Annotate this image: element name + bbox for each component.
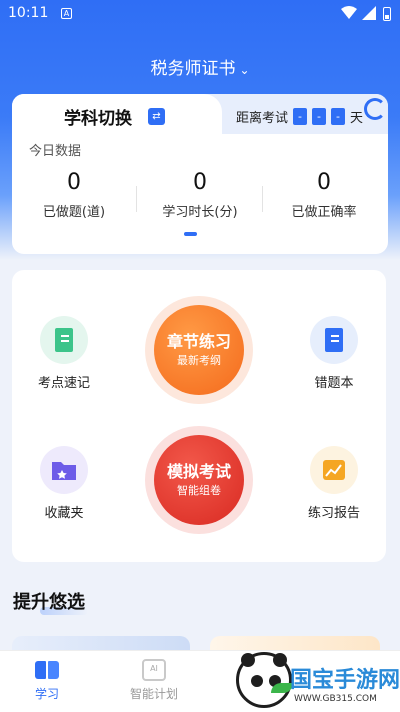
- panda-logo-icon: [236, 652, 293, 708]
- chapter-practice-button[interactable]: 章节练习 最新考纲: [145, 296, 253, 404]
- stat-label: 学习时长(分): [162, 205, 238, 220]
- divider: [136, 186, 137, 212]
- countdown-digit: -: [293, 108, 308, 125]
- watermark-brand: 国宝手游网: [290, 668, 400, 693]
- subject-switch-label[interactable]: 学科切换: [64, 104, 132, 129]
- countdown-digit: -: [331, 108, 346, 125]
- book-icon: [310, 316, 358, 364]
- status-time: 10:11: [8, 5, 49, 21]
- study-icon: [35, 659, 59, 681]
- countdown-prefix: 距离考试: [236, 111, 289, 126]
- page-indicator: [184, 232, 197, 236]
- nav-label: 智能计划: [129, 687, 178, 701]
- status-bar: 10:11 A: [0, 0, 400, 28]
- features-card: 考点速记 错题本 收藏夹 练习报告 章节练习 最新考纲 模拟考试 智能组卷: [12, 270, 386, 562]
- notification-icon: A: [61, 8, 72, 19]
- stat-value: 0: [67, 170, 81, 195]
- watermark-logo: 国宝手游网 WWW.GB315.COM: [232, 652, 400, 712]
- nav-item-study[interactable]: 学习: [12, 659, 82, 702]
- today-data-label: 今日数据: [29, 144, 82, 159]
- quick-notes-button[interactable]: 考点速记: [19, 316, 109, 391]
- signal-icon: [362, 6, 376, 20]
- mock-exam-subtitle: 智能组卷: [177, 484, 221, 497]
- chevron-down-icon: ⌄: [239, 63, 250, 77]
- stat-value: 0: [317, 170, 331, 195]
- promo-title: 提升悠选: [13, 592, 85, 613]
- wrong-book-button[interactable]: 错题本: [289, 316, 379, 391]
- swap-icon[interactable]: ⇄: [148, 108, 165, 125]
- quick-notes-label: 考点速记: [37, 376, 90, 391]
- refresh-icon[interactable]: [364, 98, 386, 120]
- wifi-icon: [341, 6, 357, 19]
- mock-exam-title: 模拟考试: [166, 462, 231, 481]
- stat-study-time: 0 学习时长(分): [138, 170, 262, 220]
- battery-icon: [383, 7, 391, 21]
- chapter-practice-title: 章节练习: [166, 332, 231, 351]
- stats-card: 学科切换 ⇄ 距离考试 - - - 天 今日数据 0 已做题(道) 0 学习时长…: [12, 94, 388, 254]
- certificate-selector[interactable]: 税务师证书 ⌄: [0, 54, 400, 79]
- wrong-book-label: 错题本: [314, 376, 354, 391]
- mock-exam-button[interactable]: 模拟考试 智能组卷: [145, 426, 253, 534]
- chapter-practice-subtitle: 最新考纲: [177, 354, 221, 367]
- stat-value: 0: [193, 170, 207, 195]
- favorites-label: 收藏夹: [44, 506, 84, 521]
- book-icon: [40, 316, 88, 364]
- certificate-title: 税务师证书: [150, 59, 236, 79]
- nav-label: 学习: [34, 687, 59, 701]
- nav-item-smart-plan[interactable]: AI 智能计划: [119, 659, 189, 702]
- ai-icon: AI: [142, 659, 166, 681]
- watermark-url: WWW.GB315.COM: [294, 694, 377, 704]
- stat-accuracy: 0 已做正确率: [262, 170, 386, 220]
- stat-questions-done: 0 已做题(道): [12, 170, 136, 220]
- chart-icon: [310, 446, 358, 494]
- countdown-unit: 天: [350, 111, 364, 126]
- practice-report-label: 练习报告: [307, 506, 360, 521]
- stat-label: 已做题(道): [42, 205, 106, 220]
- practice-report-button[interactable]: 练习报告: [289, 446, 379, 521]
- exam-countdown: 距离考试 - - - 天: [236, 107, 363, 126]
- folder-icon: [40, 446, 88, 494]
- favorites-button[interactable]: 收藏夹: [19, 446, 109, 521]
- stat-label: 已做正确率: [291, 205, 357, 220]
- countdown-digit: -: [312, 108, 327, 125]
